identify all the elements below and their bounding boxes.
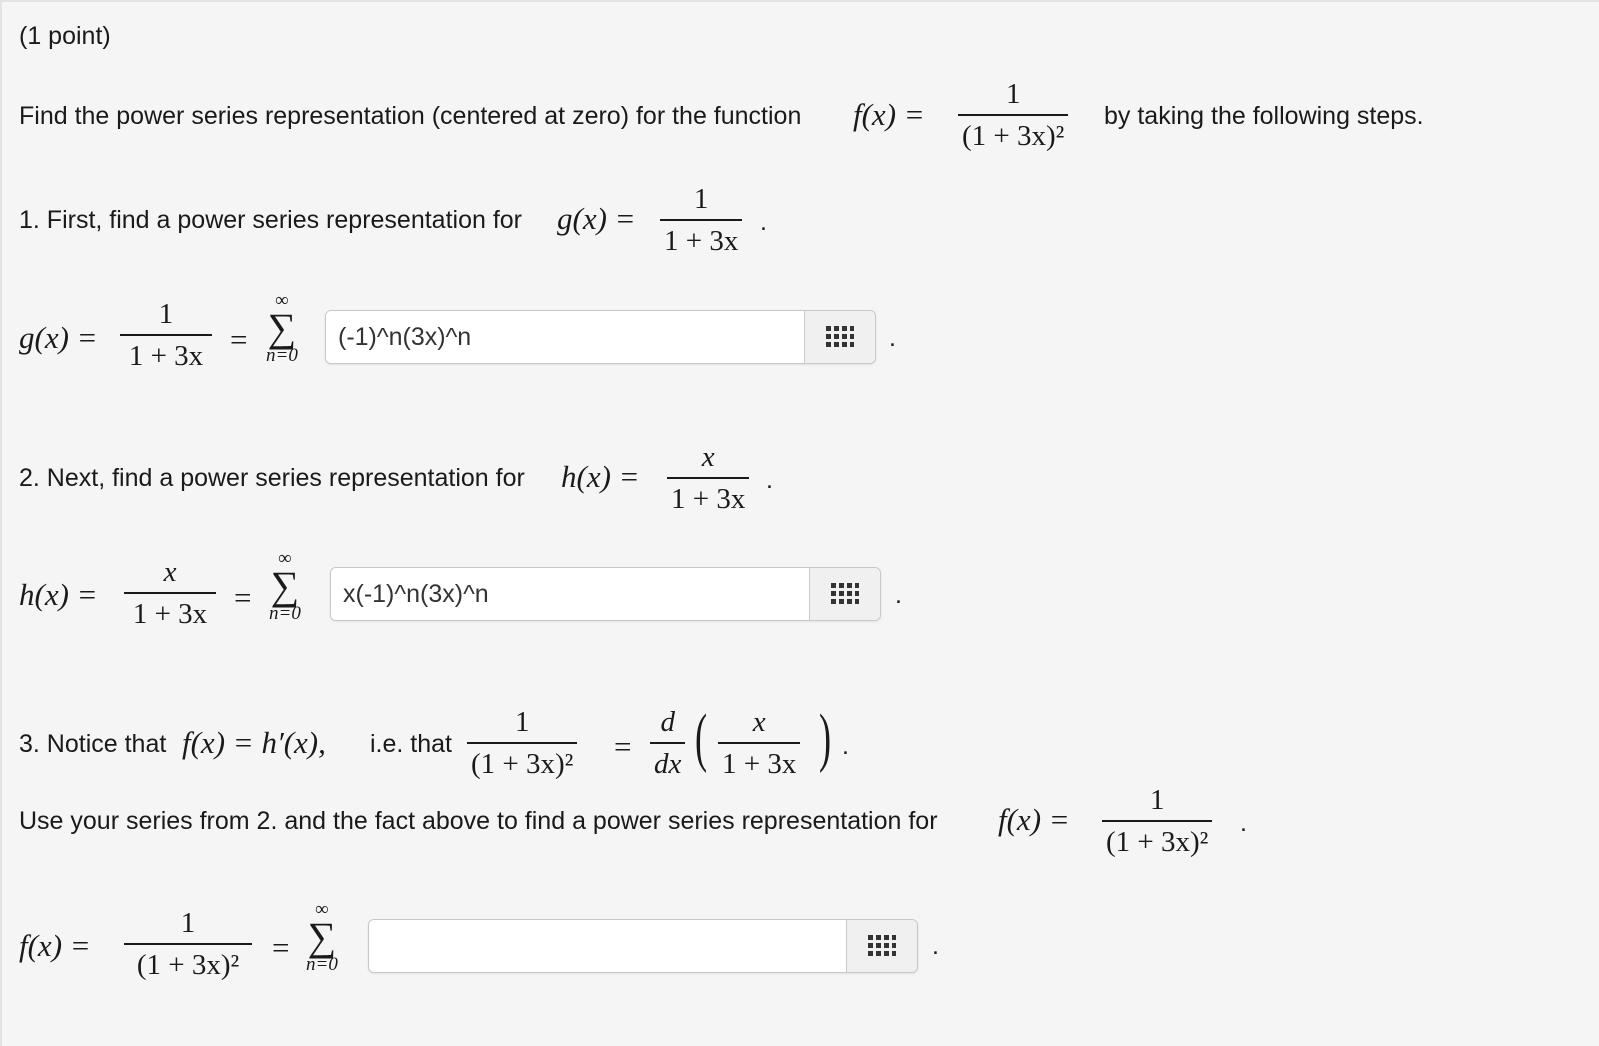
step2-func: h(x) = [561,459,640,494]
step3-answer-box [368,919,918,973]
step3-trail: . [932,932,939,960]
points-label: (1 point) [19,22,111,50]
step2-sum-sub: n=0 [269,603,301,624]
step3-d-bar [650,742,686,744]
step1-eq-bar [120,334,212,336]
step2-text: 2. Next, find a power series representat… [19,464,525,492]
step3-use-bar [1102,820,1213,822]
step3-use-period: . [1240,809,1247,837]
step3-use-num: 1 [1149,784,1165,816]
step1-period: . [760,208,767,236]
step3-d-num: d [660,706,675,738]
grid-icon [826,326,854,347]
left-border [0,0,2,1046]
step3-sum-sub: n=0 [306,954,338,975]
step3-lhs-fraction: 1 (1 + 3x)² [467,706,578,780]
step1-answer-box [325,310,876,364]
step3-equation-editor-button[interactable] [846,920,917,972]
top-border [0,0,1599,2]
step2-period: . [766,466,773,494]
step2-eq-fraction: x 1 + 3x [124,556,216,630]
intro-fraction: 1 (1 + 3x)² [958,78,1069,152]
step3-eq-fraction: 1 (1 + 3x)² [124,907,252,981]
step3-sum-sign: = [272,930,290,965]
step2-eq-sign: = [234,580,252,615]
step3-use-fraction: 1 (1 + 3x)² [1102,784,1213,858]
grid-icon [868,935,896,956]
step3-d-den: dx [654,748,682,780]
intro-text: Find the power series representation (ce… [19,102,802,130]
step3-lhs-num: 1 [514,706,530,738]
step3-inner-bar [718,742,801,744]
step3-lhs-den: (1 + 3x)² [471,748,574,780]
step2-fraction: x 1 + 3x [667,441,750,515]
step1-text: 1. First, find a power series representa… [19,206,523,234]
intro-frac-bar [958,114,1069,116]
step3-lhs-bar [467,742,578,744]
step1-sum: ∞ ∑ n=0 [266,291,298,366]
step1-frac-bar [660,219,743,221]
step2-eq-bar [124,592,216,594]
step3-use-text: Use your series from 2. and the fact abo… [19,807,938,835]
step3-period: . [842,732,849,760]
intro-frac-num: 1 [1005,78,1021,110]
intro-text-after: by taking the following steps. [1104,102,1424,130]
grid-icon [831,583,859,604]
step1-answer-input[interactable] [326,311,804,363]
step3-eq-bar [124,943,252,945]
step2-trail: . [895,581,902,609]
step2-equation-editor-button[interactable] [809,568,880,620]
step1-equation-editor-button[interactable] [804,311,875,363]
step3-inner-fraction: x 1 + 3x [718,706,801,780]
sigma-icon: ∑ [267,305,297,350]
step1-fraction: 1 1 + 3x [660,183,743,257]
step3-eq-den: (1 + 3x)² [136,949,240,981]
step1-func: g(x) = [557,201,636,236]
step3-inner-den: 1 + 3x [722,748,797,780]
step2-frac-bar [667,477,750,479]
step3-right-paren: ) [819,701,832,774]
step2-eq-den: 1 + 3x [132,598,208,630]
step3-answer-input[interactable] [369,920,846,972]
step2-frac-num: x [701,441,715,473]
step2-sum: ∞ ∑ n=0 [269,549,301,624]
step1-eq-lhs: g(x) = [19,320,98,355]
step1-trail: . [889,324,896,352]
step3-eq-num: 1 [180,907,196,939]
step1-frac-num: 1 [693,183,709,215]
step1-eq-den: 1 + 3x [128,340,204,372]
step3-inner-num: x [752,706,766,738]
step3-use-func: f(x) = [998,802,1070,837]
step1-frac-den: 1 + 3x [664,225,739,257]
sigma-icon: ∑ [270,563,300,608]
sigma-icon: ∑ [307,914,337,959]
step3-ie: i.e. that [370,730,452,758]
step3-use-den: (1 + 3x)² [1106,826,1209,858]
step2-answer-input[interactable] [331,568,809,620]
step1-sum-sub: n=0 [266,345,298,366]
step3-relation: f(x) = h′(x), [182,725,326,760]
step3-left-paren: ( [695,701,708,774]
step3-eq-lhs: f(x) = [19,928,91,963]
intro-frac-den: (1 + 3x)² [962,120,1065,152]
step2-eq-lhs: h(x) = [19,577,98,612]
step2-eq-num: x [163,556,177,588]
step1-eq-num: 1 [158,298,174,330]
step3-text: 3. Notice that [19,730,167,758]
step3-eq-sign: = [614,729,632,764]
step3-derivative-op: d dx [650,706,686,780]
step2-answer-box [330,567,881,621]
step2-frac-den: 1 + 3x [671,483,746,515]
intro-func: f(x) = [853,97,925,132]
step1-eq-fraction: 1 1 + 3x [120,298,212,372]
step3-sum: ∞ ∑ n=0 [306,900,338,975]
step1-eq-sign: = [230,322,248,357]
